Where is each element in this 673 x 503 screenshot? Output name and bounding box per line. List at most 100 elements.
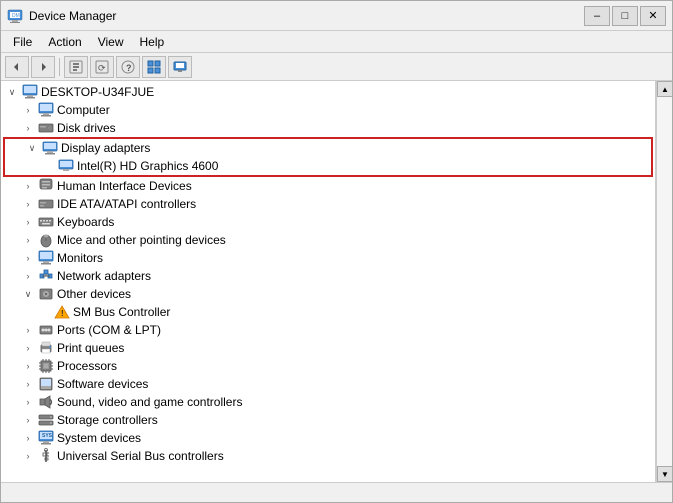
item-label: System devices	[57, 431, 141, 445]
list-item[interactable]: ∨ Other devices	[1, 285, 655, 303]
svg-text:!: !	[61, 309, 64, 318]
list-item[interactable]: › Computer	[1, 101, 655, 119]
tree-panel[interactable]: ∨ DESKTOP-U34FJUE ›	[1, 81, 656, 482]
list-item[interactable]: › Ports (COM & LPT)	[1, 321, 655, 339]
scroll-up-button[interactable]: ▲	[657, 81, 672, 97]
list-item[interactable]: › Universal Serial Bus controllers	[1, 447, 655, 465]
list-item[interactable]: ! SM Bus Controller	[1, 303, 655, 321]
item-label: Ports (COM & LPT)	[57, 323, 161, 337]
svg-text:⟳: ⟳	[98, 63, 106, 73]
properties-button[interactable]	[64, 56, 88, 78]
app-icon: DM	[7, 8, 23, 24]
keyboard-icon	[38, 214, 54, 230]
other-expand[interactable]: ∨	[21, 287, 35, 301]
warning-icon: !	[54, 304, 70, 320]
list-item[interactable]: › SYS System devices	[1, 429, 655, 447]
list-item[interactable]: › Human Interface Devices	[1, 177, 655, 195]
menu-file[interactable]: File	[5, 33, 40, 51]
list-item[interactable]: › Mice and other pointing devices	[1, 231, 655, 249]
item-label: SM Bus Controller	[73, 305, 170, 319]
root-expand[interactable]: ∨	[5, 85, 19, 99]
display-adapter-icon	[42, 140, 58, 156]
computer-icon	[38, 102, 54, 118]
monitors-expand[interactable]: ›	[21, 251, 35, 265]
scroll-down-button[interactable]: ▼	[657, 466, 672, 482]
display-expand[interactable]: ∨	[25, 141, 39, 155]
monitor-icon	[38, 250, 54, 266]
item-label: Sound, video and game controllers	[57, 395, 242, 409]
disk-icon	[38, 120, 54, 136]
list-item[interactable]: › Print queues	[1, 339, 655, 357]
usb-icon	[38, 448, 54, 464]
ports-expand[interactable]: ›	[21, 323, 35, 337]
toolbar: ⟳ ?	[1, 53, 672, 81]
update-button[interactable]: ⟳	[90, 56, 114, 78]
item-label: Display adapters	[61, 141, 150, 155]
svg-text:SYS: SYS	[42, 433, 53, 439]
software-expand[interactable]: ›	[21, 377, 35, 391]
toolbar-sep-1	[59, 58, 60, 76]
disk-expand[interactable]: ›	[21, 121, 35, 135]
help-button[interactable]: ?	[116, 56, 140, 78]
item-label: Storage controllers	[57, 413, 158, 427]
scroll-track[interactable]	[657, 97, 672, 466]
sound-expand[interactable]: ›	[21, 395, 35, 409]
hid-expand[interactable]: ›	[21, 179, 35, 193]
statusbar	[1, 482, 672, 502]
menu-help[interactable]: Help	[132, 33, 173, 51]
printer-icon	[38, 340, 54, 356]
item-label: IDE ATA/ATAPI controllers	[57, 197, 196, 211]
storage-expand[interactable]: ›	[21, 413, 35, 427]
list-item[interactable]: › IDE ATA/ATAPI controllers	[1, 195, 655, 213]
network-icon	[38, 268, 54, 284]
list-item[interactable]: › Keyboards	[1, 213, 655, 231]
view-button[interactable]	[142, 56, 166, 78]
usb-expand[interactable]: ›	[21, 449, 35, 463]
computer-icon	[22, 84, 38, 100]
close-button[interactable]: ✕	[640, 6, 666, 26]
list-item[interactable]: › Storage controllers	[1, 411, 655, 429]
monitor-button[interactable]	[168, 56, 192, 78]
print-expand[interactable]: ›	[21, 341, 35, 355]
scrollbar[interactable]: ▲ ▼	[656, 81, 672, 482]
network-expand[interactable]: ›	[21, 269, 35, 283]
other-icon	[38, 286, 54, 302]
menu-view[interactable]: View	[90, 33, 132, 51]
ide-expand[interactable]: ›	[21, 197, 35, 211]
root-label: DESKTOP-U34FJUE	[41, 85, 154, 99]
computer-expand[interactable]: ›	[21, 103, 35, 117]
list-item[interactable]: › Disk drives	[1, 119, 655, 137]
back-button[interactable]	[5, 56, 29, 78]
window-controls: – □ ✕	[584, 6, 666, 26]
item-label: Software devices	[57, 377, 148, 391]
intel-hd-item[interactable]: › Intel(R) HD Graphics 4600	[5, 157, 651, 175]
tree-root[interactable]: ∨ DESKTOP-U34FJUE	[1, 83, 655, 101]
system-icon: SYS	[38, 430, 54, 446]
display-adapters-item[interactable]: ∨ Display adapters	[5, 139, 651, 157]
svg-text:DM: DM	[12, 13, 20, 19]
keyboard-expand[interactable]: ›	[21, 215, 35, 229]
system-expand[interactable]: ›	[21, 431, 35, 445]
list-item[interactable]: ›	[1, 357, 655, 375]
menubar: File Action View Help	[1, 31, 672, 53]
mice-expand[interactable]: ›	[21, 233, 35, 247]
list-item[interactable]: › Sound, video and game controllers	[1, 393, 655, 411]
software-icon	[38, 376, 54, 392]
maximize-button[interactable]: □	[612, 6, 638, 26]
item-label: Universal Serial Bus controllers	[57, 449, 224, 463]
list-item[interactable]: › Monitors	[1, 249, 655, 267]
list-item[interactable]: › Software devices	[1, 375, 655, 393]
forward-button[interactable]	[31, 56, 55, 78]
storage-icon	[38, 412, 54, 428]
minimize-button[interactable]: –	[584, 6, 610, 26]
sound-icon	[38, 394, 54, 410]
item-label: Processors	[57, 359, 117, 373]
processor-expand[interactable]: ›	[21, 359, 35, 373]
window-title: Device Manager	[29, 9, 584, 23]
list-item[interactable]: › Network adapters	[1, 267, 655, 285]
display-card-icon	[58, 158, 74, 174]
menu-action[interactable]: Action	[40, 33, 89, 51]
hid-icon	[38, 178, 54, 194]
titlebar: DM Device Manager – □ ✕	[1, 1, 672, 31]
item-label: Computer	[57, 103, 110, 117]
